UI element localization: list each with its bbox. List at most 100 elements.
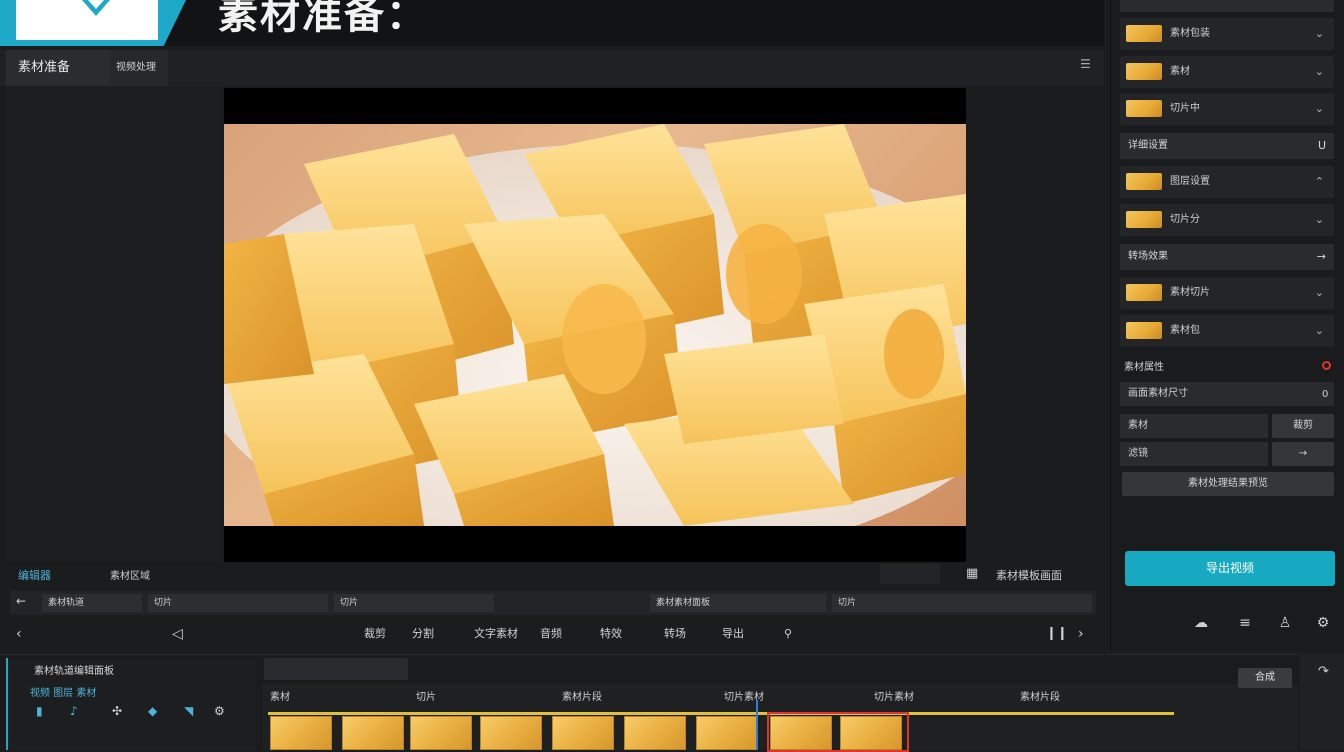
video-clip[interactable] [552, 716, 614, 750]
chevron-up-icon[interactable]: ⌃ [1315, 166, 1324, 198]
track-segment[interactable]: 切片 [148, 594, 328, 612]
material-field[interactable]: 素材 [1120, 414, 1268, 438]
track-segment[interactable]: 素材轨道 [42, 594, 142, 612]
list-item[interactable]: 图层设置 ⌃ [1120, 166, 1334, 198]
timeline-marker[interactable]: 切片 [416, 688, 436, 703]
video-clip[interactable] [624, 716, 686, 750]
list-item-label: 素材包 [1170, 325, 1200, 336]
track-tool-icon[interactable]: ✣ [112, 704, 122, 718]
track-tools-label[interactable]: 视频 图层 素材 [30, 684, 96, 699]
record-icon[interactable] [1322, 361, 1331, 370]
collapse-icon[interactable]: U [1318, 133, 1326, 159]
tab-bar: 素材准备 视频处理 [0, 50, 1104, 86]
size-field[interactable]: 画面素材尺寸 [1120, 382, 1334, 406]
list-item-label: 素材切片 [1170, 287, 1210, 298]
list-item[interactable]: 素材切片 ⌄ [1120, 277, 1334, 309]
timeline-marker[interactable]: 素材 [270, 688, 290, 703]
chevron-down-icon[interactable]: ⌄ [1315, 93, 1324, 125]
track-tool-icon[interactable]: ◆ [148, 704, 157, 718]
prev-arrow-icon[interactable]: ‹ [16, 624, 22, 644]
chevron-down-icon[interactable]: ⌄ [1315, 315, 1324, 347]
preview-image [224, 124, 966, 526]
clip-thumbnail [1126, 322, 1162, 339]
page-title: 素材准备： [218, 0, 428, 38]
track-tool-icon[interactable]: ⚙ [214, 704, 225, 718]
clip-thumbnail [1126, 173, 1162, 190]
list-item-label: 图层设置 [1170, 176, 1210, 187]
list-item-label: 切片分 [1170, 214, 1200, 225]
track-segment[interactable]: 切片 [334, 594, 494, 612]
editor-label[interactable]: 编辑器 [18, 567, 51, 583]
chevron-down-icon[interactable]: ⌄ [1315, 277, 1324, 309]
section-label: 详细设置 [1128, 140, 1168, 151]
list-item-label: 素材 [1170, 66, 1190, 77]
timeline-marker[interactable]: 素材片段 [1020, 688, 1060, 703]
video-clip[interactable] [696, 716, 758, 750]
section-label: 转场效果 [1128, 251, 1168, 262]
chevron-down-icon[interactable]: ⌄ [1315, 204, 1324, 236]
tool-effects[interactable]: 特效 [600, 624, 622, 644]
selection-range [268, 712, 1174, 715]
list-item[interactable]: 切片分 ⌄ [1120, 204, 1334, 236]
list-item[interactable]: 素材包 ⌄ [1120, 315, 1334, 347]
chevron-down-icon[interactable]: ⌄ [1315, 18, 1324, 50]
track-tool-icon[interactable]: ◥ [184, 704, 193, 718]
template-label[interactable]: 素材模板画面 [996, 567, 1062, 583]
play-logo-icon [82, 0, 110, 16]
tab-video-process[interactable]: 视频处理 [110, 50, 168, 86]
menu-icon[interactable]: ☰ [1080, 58, 1092, 70]
timeline-marker[interactable]: 切片素材 [724, 688, 764, 703]
selected-clip-outline [767, 712, 909, 752]
size-value: 0 [1322, 389, 1329, 400]
timeline-search[interactable] [264, 658, 408, 680]
tool-text[interactable]: 文字素材 [474, 624, 518, 644]
cheese-cubes-image [224, 124, 966, 526]
user-icon[interactable]: ♙ [1276, 614, 1294, 632]
video-clip[interactable] [410, 716, 472, 750]
playhead[interactable] [756, 700, 758, 750]
export-button[interactable]: 导出视频 [1125, 551, 1335, 586]
marker-icon[interactable]: ⚲ [784, 624, 792, 644]
tool-transition[interactable]: 转场 [664, 624, 686, 644]
next-arrow-icon[interactable]: › [1078, 624, 1084, 644]
zoom-control[interactable] [880, 564, 940, 584]
timeline-title: 素材轨道编辑面板 [34, 666, 114, 677]
track-segment[interactable]: 切片 [832, 594, 1092, 612]
settings-icon[interactable]: ⚙ [1314, 614, 1332, 632]
tool-audio[interactable]: 音频 [540, 624, 562, 644]
filter-field[interactable]: 滤镜 [1120, 442, 1268, 466]
video-clip[interactable] [480, 716, 542, 750]
preview-result-button[interactable]: 素材处理结果预览 [1122, 472, 1334, 496]
chevron-down-icon[interactable]: ⌄ [1315, 56, 1324, 88]
timeline-marker[interactable]: 素材片段 [562, 688, 602, 703]
redo-icon[interactable]: ↷ [1318, 664, 1329, 679]
crop-button[interactable]: 裁剪 [1272, 414, 1334, 438]
compose-button[interactable]: 合成 [1238, 668, 1292, 688]
list-item[interactable]: 素材 ⌄ [1120, 56, 1334, 88]
play-back-icon[interactable]: ◁ [172, 624, 183, 644]
list-icon[interactable]: ≡ [1236, 614, 1254, 632]
track-tool-icon[interactable]: ▮ [36, 704, 43, 718]
cloud-icon[interactable]: ☁ [1192, 614, 1210, 632]
list-item[interactable]: 素材包装 ⌄ [1120, 18, 1334, 50]
arrow-right-icon[interactable]: → [1317, 244, 1326, 270]
list-item-label: 切片中 [1170, 103, 1200, 114]
clip-thumbnail [1126, 100, 1162, 117]
track-segment[interactable]: 素材素材面板 [650, 594, 826, 612]
grid-icon[interactable]: ▦ [966, 566, 978, 581]
track-tool-icon[interactable]: ♪ [70, 704, 78, 718]
tool-split[interactable]: 分割 [412, 624, 434, 644]
clip-thumbnail [1126, 63, 1162, 80]
pause-icon[interactable]: ❙❙ [1046, 624, 1068, 644]
tool-export[interactable]: 导出 [722, 624, 744, 644]
apply-button[interactable]: → [1272, 442, 1334, 466]
back-arrow-icon[interactable]: ← [16, 594, 26, 608]
section-header[interactable]: 转场效果 → [1120, 244, 1334, 270]
video-clip[interactable] [270, 716, 332, 750]
list-item[interactable]: 切片中 ⌄ [1120, 93, 1334, 125]
video-clip[interactable] [342, 716, 404, 750]
tab-material-prep[interactable]: 素材准备 [6, 50, 110, 86]
section-header[interactable]: 详细设置 U [1120, 133, 1334, 159]
tool-crop[interactable]: 裁剪 [364, 624, 386, 644]
timeline-marker[interactable]: 切片素材 [874, 688, 914, 703]
